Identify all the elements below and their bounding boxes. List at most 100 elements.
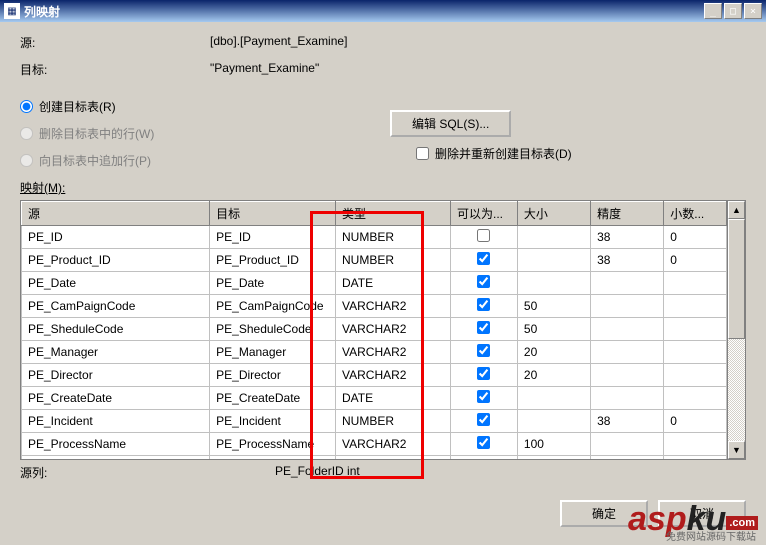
cell-target[interactable]: PE_Date <box>210 272 336 295</box>
nullable-checkbox[interactable] <box>477 252 490 265</box>
cell-source[interactable]: PE_Manager <box>22 341 210 364</box>
cell-precision[interactable]: 38 <box>591 226 664 249</box>
cell-source[interactable]: PE_Incident <box>22 410 210 433</box>
cell-scale[interactable] <box>664 364 727 387</box>
cell-size[interactable] <box>517 249 590 272</box>
radio-create-input[interactable] <box>20 100 33 113</box>
cell-scale[interactable]: 0 <box>664 249 727 272</box>
cell-scale[interactable] <box>664 295 727 318</box>
table-row[interactable]: PE_IncidentPE_IncidentNUMBER380 <box>22 410 727 433</box>
nullable-checkbox[interactable] <box>477 413 490 426</box>
cell-type[interactable]: DATE <box>336 272 451 295</box>
cell-target[interactable]: PE_ProcessName <box>210 433 336 456</box>
scroll-down-arrow[interactable]: ▼ <box>728 441 745 459</box>
table-row[interactable]: PE_Product_IDPE_Product_IDNUMBER380 <box>22 249 727 272</box>
col-header-scale[interactable]: 小数... <box>664 202 727 226</box>
col-header-target[interactable]: 目标 <box>210 202 336 226</box>
cell-type[interactable]: VARCHAR2 <box>336 341 451 364</box>
cell-target[interactable]: PE_Product_ID <box>210 249 336 272</box>
cell-type[interactable]: NUMBER <box>336 410 451 433</box>
table-row[interactable]: PE_SheduleCodePE_SheduleCodeVARCHAR250 <box>22 318 727 341</box>
cell-size[interactable]: 50 <box>517 456 590 460</box>
nullable-checkbox[interactable] <box>477 321 490 334</box>
nullable-checkbox[interactable] <box>477 436 490 449</box>
cell-precision[interactable] <box>591 364 664 387</box>
cell-type[interactable]: NUMBER <box>336 249 451 272</box>
col-header-nullable[interactable]: 可以为... <box>451 202 518 226</box>
cell-nullable[interactable] <box>451 249 518 272</box>
cell-scale[interactable] <box>664 341 727 364</box>
cell-precision[interactable] <box>591 272 664 295</box>
cell-scale[interactable] <box>664 318 727 341</box>
cell-precision[interactable]: 38 <box>591 249 664 272</box>
minimize-button[interactable]: _ <box>704 3 722 19</box>
cell-source[interactable]: PE_Date <box>22 272 210 295</box>
cell-nullable[interactable] <box>451 410 518 433</box>
cell-scale[interactable] <box>664 387 727 410</box>
table-row[interactable]: PE_DirectorPE_DirectorVARCHAR220 <box>22 364 727 387</box>
nullable-checkbox[interactable] <box>477 275 490 288</box>
drop-recreate-checkbox[interactable] <box>416 147 429 160</box>
cell-nullable[interactable] <box>451 387 518 410</box>
table-row[interactable]: PE_ManagerPE_ManagerVARCHAR220 <box>22 341 727 364</box>
cancel-button[interactable]: 取消 <box>658 500 746 527</box>
col-header-size[interactable]: 大小 <box>517 202 590 226</box>
nullable-checkbox[interactable] <box>477 344 490 357</box>
cell-target[interactable]: PE_Manager <box>210 341 336 364</box>
cell-precision[interactable] <box>591 318 664 341</box>
cell-type[interactable]: VARCHAR2 <box>336 433 451 456</box>
col-header-precision[interactable]: 精度 <box>591 202 664 226</box>
cell-source[interactable]: PE_ProcessName <box>22 433 210 456</box>
cell-target[interactable]: PE_Director <box>210 364 336 387</box>
table-row[interactable]: PE_ProcessNamePE_ProcessNameVARCHAR2100 <box>22 433 727 456</box>
cell-type[interactable]: NUMBER <box>336 226 451 249</box>
cell-source[interactable]: PE_CamPaignCode <box>22 295 210 318</box>
scroll-track[interactable] <box>728 219 745 441</box>
cell-source[interactable]: PE_SheduleCode <box>22 318 210 341</box>
cell-type[interactable]: VARCHAR2 <box>336 295 451 318</box>
scroll-up-arrow[interactable]: ▲ <box>728 201 745 219</box>
nullable-checkbox[interactable] <box>477 390 490 403</box>
maximize-button[interactable]: □ <box>724 3 742 19</box>
cell-size[interactable] <box>517 226 590 249</box>
cell-target[interactable]: PE_CamPaignCode <box>210 295 336 318</box>
table-row[interactable]: PE_IDPE_IDNUMBER380 <box>22 226 727 249</box>
table-row[interactable]: PE_CamPaignCodePE_CamPaignCodeVARCHAR250 <box>22 295 727 318</box>
cell-size[interactable] <box>517 387 590 410</box>
cell-nullable[interactable] <box>451 272 518 295</box>
vertical-scrollbar[interactable]: ▲ ▼ <box>727 201 745 459</box>
nullable-checkbox[interactable] <box>477 229 490 242</box>
cell-precision[interactable] <box>591 433 664 456</box>
cell-nullable[interactable] <box>451 433 518 456</box>
cell-source[interactable]: PE_Product_ID <box>22 249 210 272</box>
cell-scale[interactable] <box>664 272 727 295</box>
cell-precision[interactable]: 38 <box>591 410 664 433</box>
radio-create-table[interactable]: 创建目标表(R) <box>20 98 746 115</box>
cell-target[interactable]: PE_ID <box>210 226 336 249</box>
ok-button[interactable]: 确定 <box>560 500 648 527</box>
cell-target[interactable]: PE_CreateDate <box>210 387 336 410</box>
cell-source[interactable]: PE_ID <box>22 226 210 249</box>
cell-source[interactable]: PE_Director <box>22 364 210 387</box>
cell-target[interactable]: PE_Incident <box>210 410 336 433</box>
cell-size[interactable]: 50 <box>517 295 590 318</box>
cell-nullable[interactable] <box>451 456 518 460</box>
cell-size[interactable] <box>517 272 590 295</box>
table-row[interactable]: PE_DatePE_DateDATE <box>22 272 727 295</box>
cell-nullable[interactable] <box>451 341 518 364</box>
cell-precision[interactable] <box>591 295 664 318</box>
nullable-checkbox[interactable] <box>477 298 490 311</box>
cell-type[interactable]: VARCHAR2 <box>336 364 451 387</box>
table-row[interactable]: PE_CreateDatePE_CreateDateDATE <box>22 387 727 410</box>
scroll-thumb[interactable] <box>728 219 745 339</box>
cell-type[interactable]: DATE <box>336 387 451 410</box>
table-row[interactable]: PE_UserNamePE_UserNameVARCHAR250 <box>22 456 727 460</box>
col-header-type[interactable]: 类型 <box>336 202 451 226</box>
edit-sql-button[interactable]: 编辑 SQL(S)... <box>390 110 511 137</box>
cell-size[interactable]: 100 <box>517 433 590 456</box>
cell-precision[interactable] <box>591 456 664 460</box>
nullable-checkbox[interactable] <box>477 367 490 380</box>
cell-precision[interactable] <box>591 387 664 410</box>
col-header-source[interactable]: 源 <box>22 202 210 226</box>
cell-size[interactable]: 50 <box>517 318 590 341</box>
